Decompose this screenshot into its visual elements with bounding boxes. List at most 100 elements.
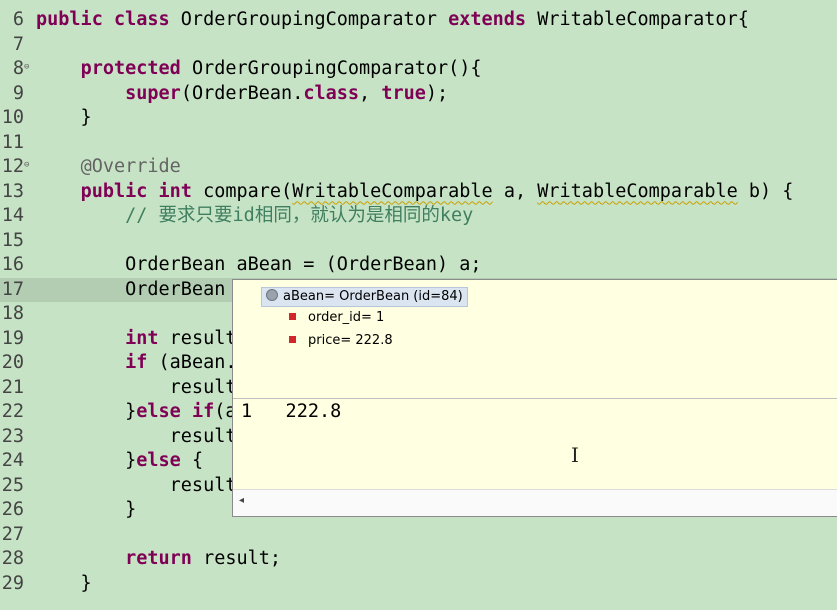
code-token: (OrderBean. [180, 82, 304, 104]
code-text: public class OrderGroupingComparator ext… [36, 8, 749, 32]
code-token: public [80, 180, 159, 202]
horizontal-scrollbar[interactable]: ◂ [233, 489, 837, 516]
code-line[interactable]: 13 public int compare(WritableComparable… [0, 180, 837, 204]
code-token: int [125, 327, 170, 349]
code-text: } [36, 498, 136, 522]
code-token: } [36, 107, 92, 128]
line-number: 25 [1, 474, 24, 496]
detail-value-pane[interactable]: 1 222.8 [241, 400, 341, 424]
line-number: 16 [1, 254, 24, 275]
code-line[interactable]: 11 [0, 131, 837, 155]
tree-node-abean-label: aBean= OrderBean (id=84) [283, 289, 463, 304]
code-token: result; [203, 548, 282, 569]
code-token: } [36, 572, 92, 594]
tree-node-order-id[interactable]: order_id= 1 [289, 309, 384, 327]
code-token: super [125, 82, 181, 104]
code-token: class [303, 82, 360, 104]
tree-node-abean[interactable]: aBean= OrderBean (id=84) [261, 287, 468, 307]
line-number: 23 [1, 425, 24, 447]
code-token: WritableComparable [537, 180, 738, 202]
code-token: OrderGroupingComparator [180, 9, 449, 30]
line-number: 15 [1, 229, 24, 251]
tree-node-order-id-label: order_id= 1 [308, 310, 385, 325]
code-token: a, [492, 180, 538, 202]
line-number: 6 [12, 9, 24, 30]
line-number: 26 [1, 499, 24, 520]
line-number: 8 [12, 58, 24, 79]
fold-toggle-icon[interactable]: ⊖ [24, 61, 29, 73]
line-number: 7 [12, 33, 24, 55]
code-line[interactable]: 15 [0, 229, 837, 253]
line-number: 10 [1, 107, 24, 128]
code-text: protected OrderGroupingComparator(){ [36, 57, 482, 81]
code-line[interactable]: 6 public class OrderGroupingComparator ex… [0, 8, 837, 32]
code-token: class [113, 9, 181, 30]
code-token: else if [136, 401, 215, 422]
line-number: 14 [1, 205, 24, 226]
code-line[interactable]: 8 ⊖ protected OrderGroupingComparator(){ [0, 57, 837, 81]
code-text: super(OrderBean.class, true); [36, 82, 448, 106]
code-token: WritableComparable [292, 180, 493, 202]
code-token: @Override [80, 156, 181, 177]
code-line[interactable]: 7 [0, 33, 837, 57]
line-number: 18 [1, 303, 24, 324]
code-line[interactable]: 12 ⊖ @Override [0, 155, 837, 179]
code-token: 相同，就认为是相同的 [254, 205, 440, 226]
code-token: } [36, 499, 137, 520]
code-token: , [359, 82, 382, 104]
code-token: b) { [737, 180, 794, 202]
line-number: 20 [1, 352, 24, 373]
code-token: extends [448, 9, 538, 30]
scroll-left-icon[interactable]: ◂ [239, 495, 244, 506]
code-text: @Override [36, 155, 181, 179]
code-text: int result; [36, 327, 248, 351]
code-line[interactable]: 16 OrderBean aBean = (OrderBean) a; [0, 253, 837, 277]
line-number: 21 [1, 376, 24, 398]
line-number: 28 [1, 548, 24, 569]
code-line[interactable]: 9 super(OrderBean.class, true); [0, 82, 837, 106]
code-token: return [125, 548, 204, 569]
line-number: 22 [1, 401, 24, 422]
code-token: { [191, 450, 204, 471]
code-token: ); [425, 82, 449, 104]
code-token: public [36, 9, 114, 30]
code-line[interactable]: 27 [0, 523, 837, 547]
field-icon [289, 313, 296, 320]
code-text: } [36, 106, 92, 130]
line-number: 19 [1, 327, 24, 349]
code-line[interactable]: 29 } [0, 572, 837, 596]
code-token: key [439, 205, 474, 226]
code-token: int [158, 180, 204, 202]
line-number: 12 [1, 156, 24, 177]
object-icon [266, 289, 278, 301]
popup-divider [233, 398, 837, 399]
tree-node-price-label: price= 222.8 [308, 333, 393, 348]
tree-node-price[interactable]: price= 222.8 [289, 332, 393, 350]
variable-tree[interactable]: aBean= OrderBean (id=84) order_id= 1 pri… [233, 280, 837, 398]
code-text: }else { [36, 449, 203, 473]
text-cursor-icon: I [571, 443, 579, 467]
code-token: true [381, 82, 426, 104]
line-number: 27 [1, 523, 24, 545]
code-token: } [36, 401, 137, 422]
variable-hover-popup[interactable]: aBean= OrderBean (id=84) order_id= 1 pri… [232, 279, 837, 517]
code-token: OrderGroupingComparator(){ [191, 58, 482, 79]
code-token: } [36, 450, 137, 471]
code-token: // 要求只要 [125, 205, 233, 226]
code-token: compare( [203, 180, 293, 202]
fold-toggle-icon[interactable]: ⊖ [24, 159, 29, 171]
code-token: if [125, 352, 159, 373]
line-number: 13 [1, 180, 24, 202]
code-token: id [232, 205, 255, 226]
code-text: // 要求只要id相同，就认为是相同的key [36, 204, 473, 228]
code-line[interactable]: 10 } [0, 106, 837, 130]
code-line[interactable]: 14 // 要求只要id相同，就认为是相同的key [0, 204, 837, 228]
code-line[interactable]: 28 return result; [0, 547, 837, 571]
code-text: OrderBean aBean = (OrderBean) a; [36, 253, 481, 277]
